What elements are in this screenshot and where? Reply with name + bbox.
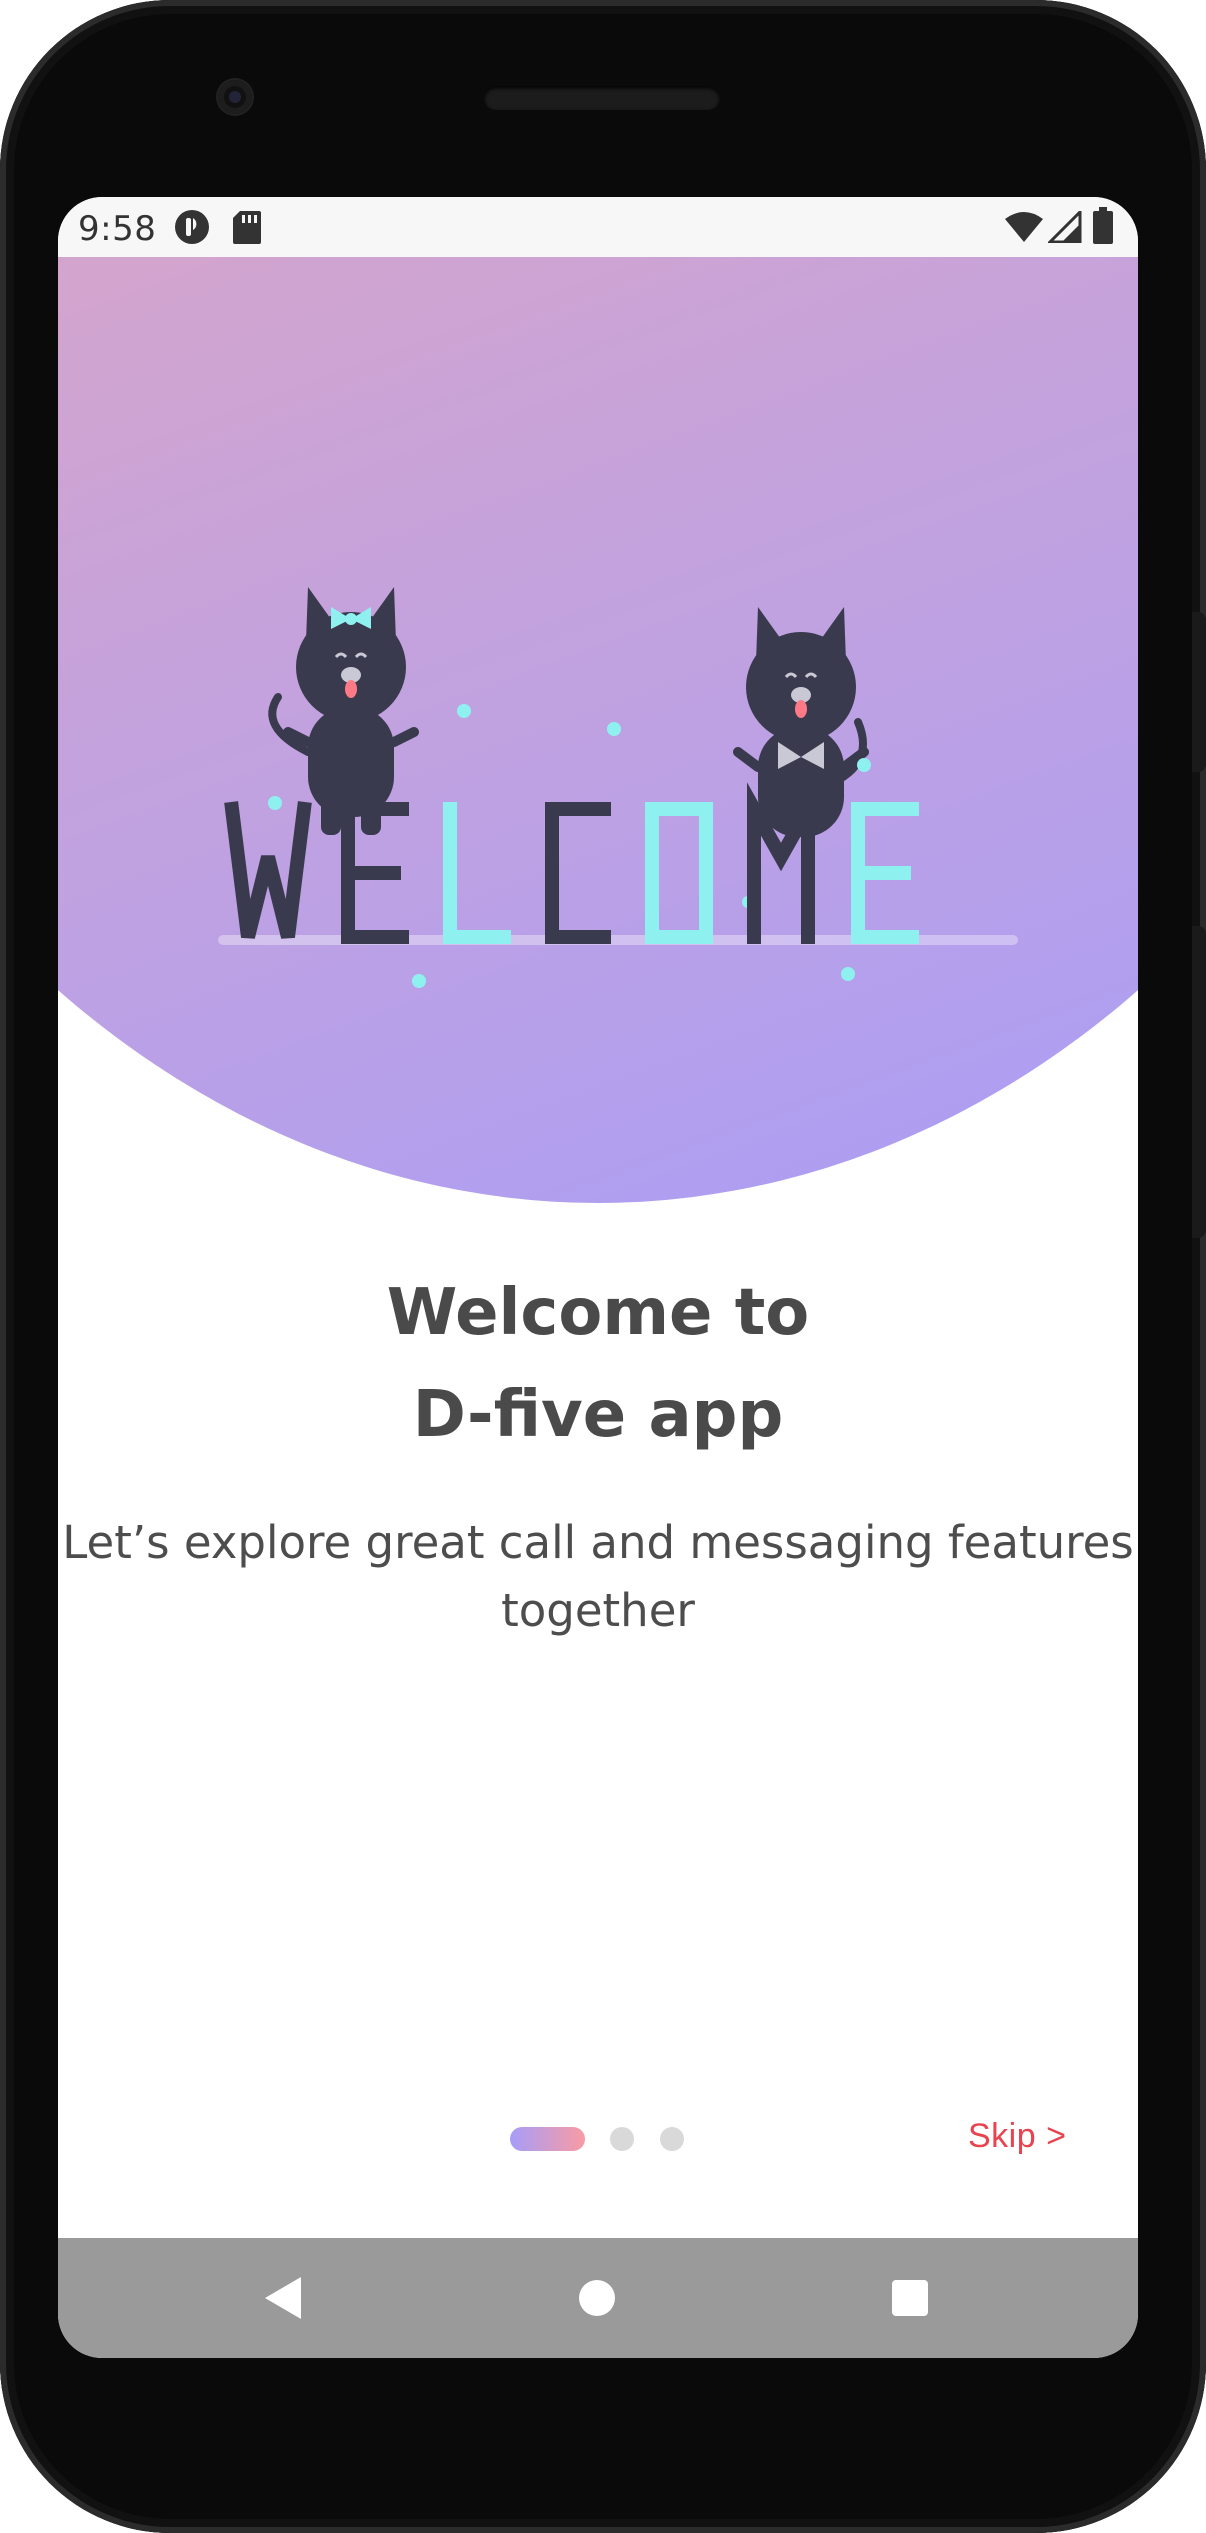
page-indicator (510, 2125, 700, 2153)
onboarding-subtitle: Let’s explore great call and messaging f… (58, 1509, 1138, 1645)
system-navigation-bar (58, 2238, 1138, 2358)
left-cat-illustration (268, 587, 419, 835)
hero-banner (58, 257, 1138, 1203)
page-dot-active[interactable] (510, 2127, 585, 2151)
screen: 9:58 Welcome to D-five app Let’s explore… (58, 197, 1138, 2358)
power-button (1192, 612, 1206, 772)
onboarding-title: Welcome to D-five app (58, 1262, 1138, 1466)
phone-frame: 9:58 Welcome to D-five app Let’s explore… (0, 0, 1206, 2533)
subtitle-line-2: together (501, 1584, 695, 1637)
sd-card-icon (232, 209, 262, 250)
page-dot-2[interactable] (610, 2127, 634, 2151)
earpiece-speaker (484, 86, 720, 110)
back-icon[interactable] (253, 2268, 313, 2328)
home-icon[interactable] (567, 2268, 627, 2328)
front-camera (218, 80, 252, 114)
skip-button[interactable]: Skip > (968, 2117, 1066, 2156)
welcome-cats-illustration (218, 587, 1018, 988)
status-time: 9:58 (78, 209, 157, 249)
volume-button (1192, 926, 1206, 1238)
page-dot-3[interactable] (660, 2127, 684, 2151)
status-bar: 9:58 (58, 197, 1138, 257)
subtitle-line-1: Let’s explore great call and messaging f… (62, 1516, 1134, 1569)
title-line-1: Welcome to (386, 1276, 810, 1350)
wifi-icon (1004, 211, 1044, 248)
assistant-icon (174, 209, 210, 250)
title-line-2: D-five app (412, 1378, 784, 1452)
battery-icon (1092, 207, 1114, 250)
recents-icon[interactable] (880, 2268, 940, 2328)
signal-icon (1046, 208, 1082, 248)
